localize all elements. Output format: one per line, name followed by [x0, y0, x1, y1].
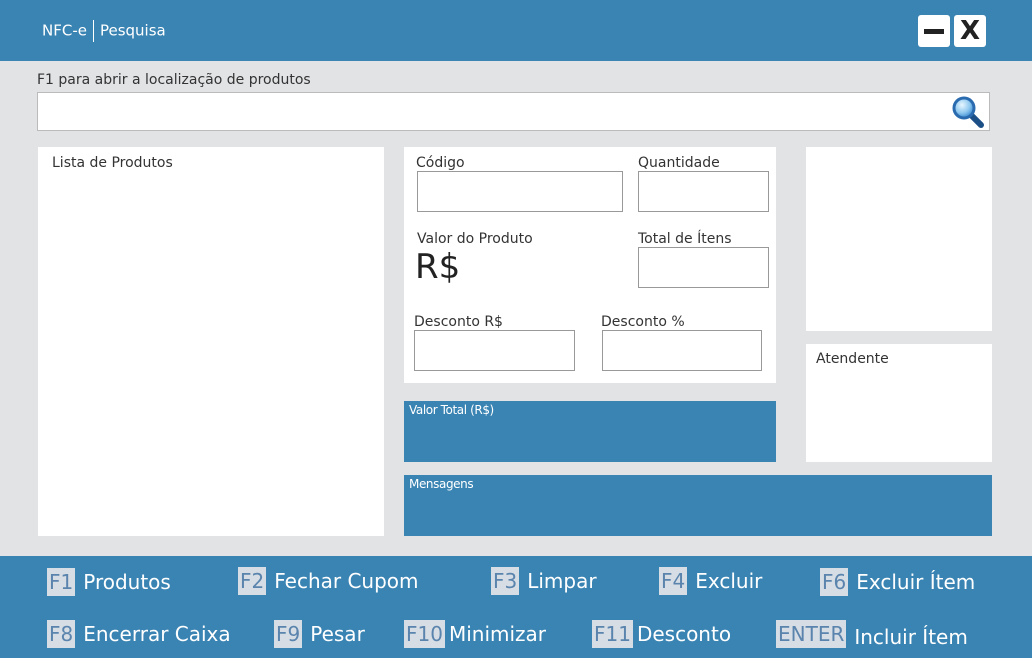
shortcut-f10-minimizar[interactable]: F10 Minimizar	[404, 620, 546, 648]
total-itens-field[interactable]	[638, 247, 769, 288]
shortcut-f3-limpar[interactable]: F3 Limpar	[491, 567, 597, 595]
valor-produto-value: R$	[415, 247, 461, 287]
product-list-title: Lista de Produtos	[52, 155, 173, 171]
valor-total-label: Valor Total (R$)	[409, 403, 494, 417]
quantidade-field[interactable]	[638, 171, 769, 212]
shortcut-label: Fechar Cupom	[274, 569, 419, 593]
messages-box	[404, 475, 992, 536]
section-name: Pesquisa	[99, 21, 166, 40]
shortcut-label: Pesar	[310, 622, 365, 646]
shortcut-key: F11	[592, 620, 633, 648]
desconto-rs-field[interactable]	[414, 330, 575, 371]
app-title: NFC-e Pesquisa	[42, 20, 166, 42]
close-icon: X	[959, 16, 981, 46]
shortcut-f1-produtos[interactable]: F1 Produtos	[47, 568, 171, 596]
shortcut-key: ENTER	[776, 620, 847, 648]
codigo-label: Código	[416, 155, 465, 171]
minimize-button[interactable]	[918, 15, 950, 47]
search-input[interactable]	[38, 93, 958, 130]
shortcut-key: F8	[47, 620, 76, 648]
shortcut-bar: F1 Produtos F2 Fechar Cupom F3 Limpar F4 Exc…	[0, 556, 1032, 658]
image-panel	[806, 147, 992, 331]
shortcut-label: Encerrar Caixa	[83, 622, 231, 646]
shortcut-key: F6	[820, 568, 849, 596]
shortcut-key: F9	[274, 620, 303, 648]
search-label: F1 para abrir a localização de produtos	[37, 72, 311, 88]
shortcut-enter-incluir-item[interactable]: ENTER Incluir Ítem	[776, 619, 968, 649]
search-field[interactable]	[37, 92, 990, 131]
shortcut-label: Excluir Ítem	[856, 570, 976, 594]
title-separator	[92, 20, 94, 42]
attendant-label: Atendente	[816, 351, 889, 367]
product-list-panel[interactable]	[38, 147, 384, 536]
app-name: NFC-e	[42, 21, 87, 40]
close-button[interactable]: X	[954, 15, 986, 47]
messages-label: Mensagens	[409, 477, 474, 491]
shortcut-f9-pesar[interactable]: F9 Pesar	[274, 620, 365, 648]
shortcut-label: Excluir	[695, 569, 763, 593]
shortcut-key: F4	[659, 567, 688, 595]
shortcut-label: Incluir Ítem	[854, 625, 968, 649]
minimize-icon	[924, 28, 944, 34]
shortcut-label: Minimizar	[448, 622, 547, 646]
desconto-rs-label: Desconto R$	[414, 314, 503, 330]
magnifier-icon[interactable]	[951, 96, 985, 128]
shortcut-key: F10	[404, 620, 445, 648]
shortcut-label: Produtos	[83, 570, 171, 594]
quantidade-label: Quantidade	[638, 155, 720, 171]
shortcut-f11-desconto[interactable]: F11 Desconto	[592, 620, 731, 648]
shortcut-f8-encerrar-caixa[interactable]: F8 Encerrar Caixa	[47, 620, 231, 648]
shortcut-f4-excluir[interactable]: F4 Excluir	[659, 567, 762, 595]
shortcut-label: Desconto	[636, 622, 732, 646]
shortcut-f2-fechar-cupom[interactable]: F2 Fechar Cupom	[238, 567, 419, 595]
shortcut-label: Limpar	[527, 569, 597, 593]
desconto-pct-field[interactable]	[602, 330, 762, 371]
shortcut-key: F2	[238, 567, 267, 595]
desconto-pct-label: Desconto %	[601, 314, 685, 330]
shortcut-key: F1	[47, 568, 76, 596]
total-itens-label: Total de Ítens	[638, 231, 732, 247]
valor-produto-label: Valor do Produto	[417, 231, 533, 247]
shortcut-key: F3	[491, 567, 520, 595]
shortcut-f6-excluir-item[interactable]: F6 Excluir Ítem	[820, 568, 975, 596]
codigo-field[interactable]	[417, 171, 623, 212]
